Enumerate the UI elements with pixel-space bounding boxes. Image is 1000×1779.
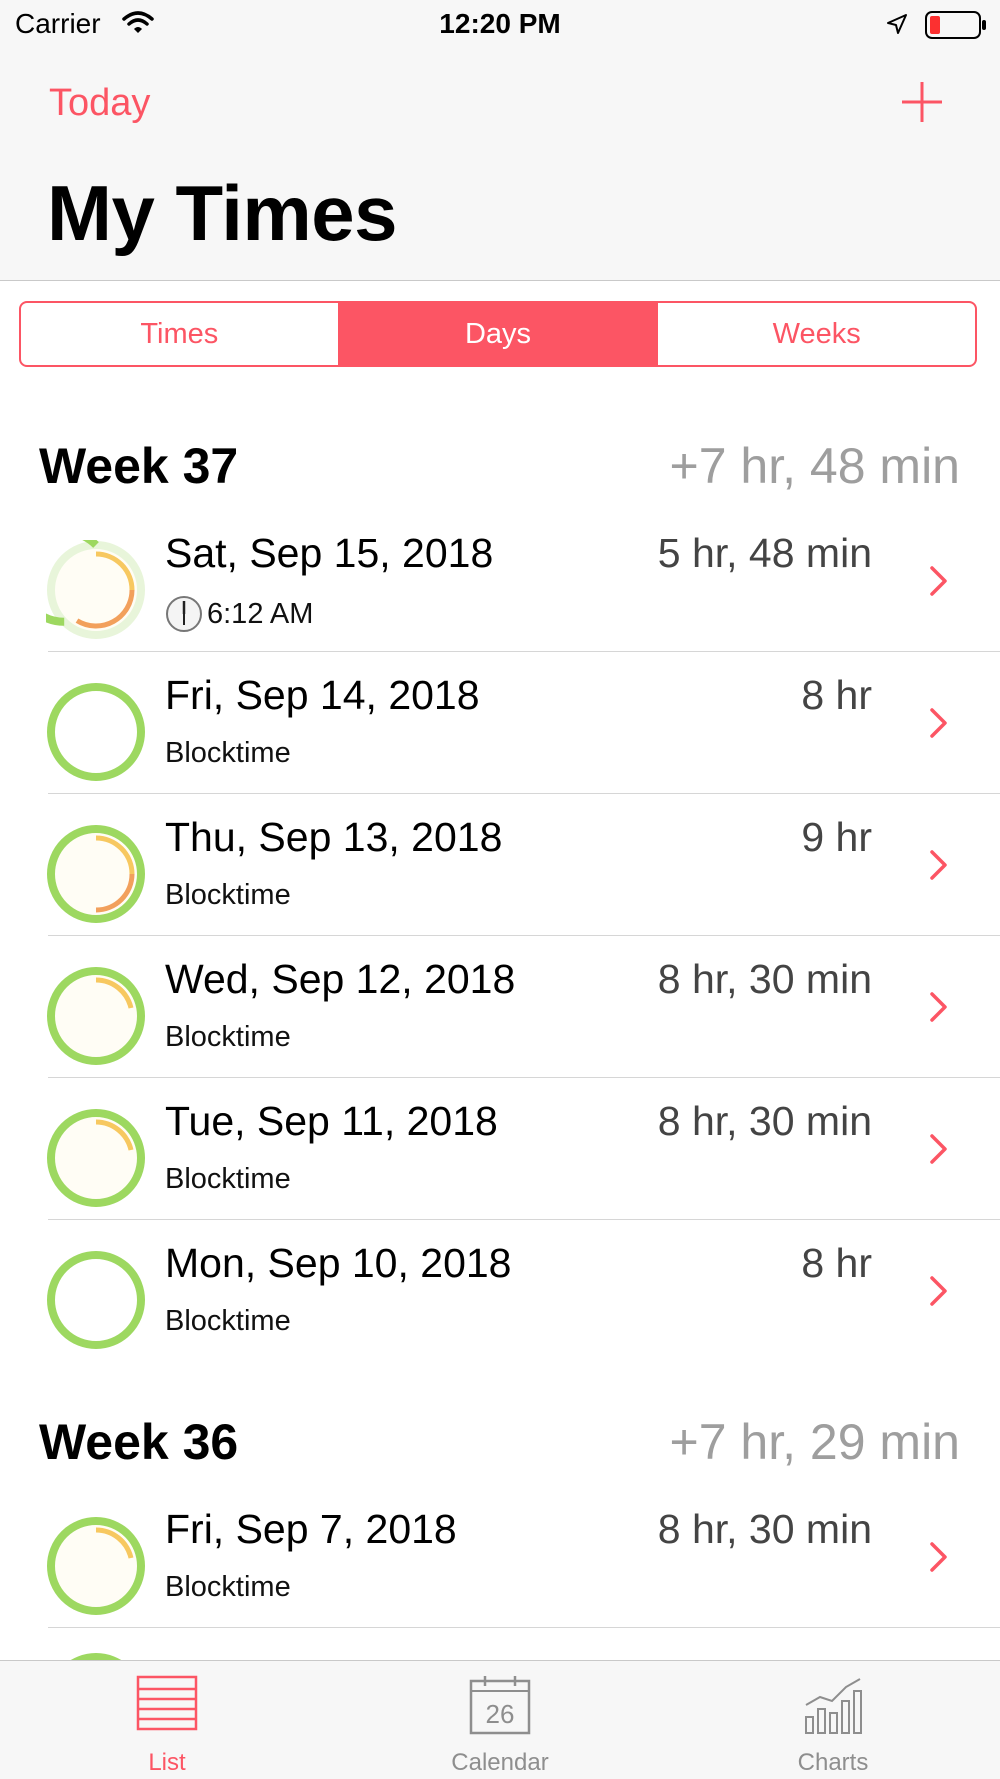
section-title: Week 36 <box>39 1414 239 1470</box>
row-duration: 8 hr, 30 min <box>657 1098 872 1144</box>
calendar-icon-day: 26 <box>486 1699 515 1729</box>
charts-icon <box>805 1678 862 1734</box>
row-date: Thu, Sep 13, 2018 <box>165 814 503 860</box>
status-bar: Carrier 12:20 PM <box>0 0 1000 50</box>
list-item[interactable]: Fri, Sep 7, 2018 8 hr, 30 min Blocktime <box>0 1486 1000 1628</box>
calendar-icon: 26 <box>469 1676 531 1735</box>
row-subtitle: Blocktime <box>165 1163 291 1195</box>
tab-charts[interactable]: Charts <box>733 1661 933 1779</box>
row-duration: 5 hr, 48 min <box>657 530 872 576</box>
tab-list[interactable]: List <box>67 1661 267 1779</box>
chevron-right-icon <box>930 992 947 1022</box>
row-subtitle: 6:12 AM <box>165 595 313 633</box>
segment-weeks[interactable]: Weeks <box>656 303 975 365</box>
list-item[interactable]: Mon, Sep 10, 2018 8 hr Blocktime <box>0 1220 1000 1362</box>
row-subtitle: Blocktime <box>165 1571 291 1603</box>
list-item[interactable]: Tue, Sep 11, 2018 8 hr, 30 min Blocktime <box>0 1078 1000 1220</box>
section-total: +7 hr, 29 min <box>669 1414 960 1470</box>
row-date: Wed, Sep 12, 2018 <box>165 956 516 1002</box>
row-duration: 8 hr, 30 min <box>657 1506 872 1552</box>
chevron-right-icon <box>930 708 947 738</box>
row-duration: 9 hr <box>801 814 872 860</box>
progress-ring-icon <box>47 825 145 923</box>
plus-icon[interactable] <box>900 80 944 124</box>
list-item-partial[interactable] <box>0 1628 1000 1660</box>
tab-calendar[interactable]: 26 Calendar <box>400 1661 600 1779</box>
battery-icon <box>925 11 986 39</box>
chevron-right-icon <box>930 850 947 880</box>
row-duration: 8 hr <box>801 672 872 718</box>
row-date: Sat, Sep 15, 2018 <box>165 530 494 576</box>
tab-list-label: List <box>148 1749 186 1776</box>
status-time: 12:20 PM <box>439 8 561 39</box>
row-subtitle: Blocktime <box>165 879 291 911</box>
row-date: Mon, Sep 10, 2018 <box>165 1240 512 1286</box>
row-duration: 8 hr, 30 min <box>657 956 872 1002</box>
list-item[interactable]: Thu, Sep 13, 2018 9 hr Blocktime <box>0 794 1000 936</box>
chevron-right-icon <box>930 1134 947 1164</box>
tab-charts-label: Charts <box>797 1749 869 1776</box>
list-item[interactable]: Sat, Sep 15, 2018 5 hr, 48 min 6:12 AM <box>0 510 1000 652</box>
tab-calendar-label: Calendar <box>451 1749 549 1776</box>
row-duration: 8 hr <box>801 1240 872 1286</box>
row-subtitle-text: 6:12 AM <box>207 597 314 630</box>
section-title: Week 37 <box>39 438 239 494</box>
progress-ring-icon <box>47 1251 145 1349</box>
chevron-right-icon <box>930 1276 947 1306</box>
row-subtitle: Blocktime <box>165 1021 291 1053</box>
today-button[interactable]: Today <box>49 82 150 125</box>
row-date: Tue, Sep 11, 2018 <box>165 1098 498 1144</box>
list-item[interactable]: Wed, Sep 12, 2018 8 hr, 30 min Blocktime <box>0 936 1000 1078</box>
tab-bar: List 26 Calendar Charts <box>0 1660 1000 1779</box>
progress-ring-icon <box>70 1653 122 1660</box>
progress-ring-icon <box>47 967 145 1065</box>
section-header-week-36: Week 36 +7 hr, 29 min <box>0 1413 1000 1473</box>
list-item[interactable]: Fri, Sep 14, 2018 8 hr Blocktime <box>0 652 1000 794</box>
chevron-right-icon <box>930 1542 947 1572</box>
segment-times[interactable]: Times <box>21 303 338 365</box>
list-icon <box>136 1675 198 1731</box>
clock-icon <box>166 596 202 632</box>
view-mode-segmented-control: Times Days Weeks <box>19 301 977 367</box>
row-subtitle: Blocktime <box>165 737 291 769</box>
section-header-week-37: Week 37 +7 hr, 48 min <box>0 437 1000 497</box>
row-date: Fri, Sep 14, 2018 <box>165 672 480 718</box>
progress-ring-icon <box>47 1109 145 1207</box>
section-total: +7 hr, 48 min <box>669 438 960 494</box>
navigation-bar: Today My Times <box>0 50 1000 281</box>
chevron-right-icon <box>930 566 947 596</box>
location-arrow-icon <box>887 14 907 34</box>
row-date: Fri, Sep 7, 2018 <box>165 1506 457 1552</box>
progress-ring-icon <box>46 540 145 639</box>
progress-ring-icon <box>47 1517 145 1615</box>
progress-ring-icon <box>47 683 145 781</box>
row-subtitle: Blocktime <box>165 1305 291 1337</box>
page-title: My Times <box>47 169 398 257</box>
segment-days[interactable]: Days <box>337 303 657 365</box>
